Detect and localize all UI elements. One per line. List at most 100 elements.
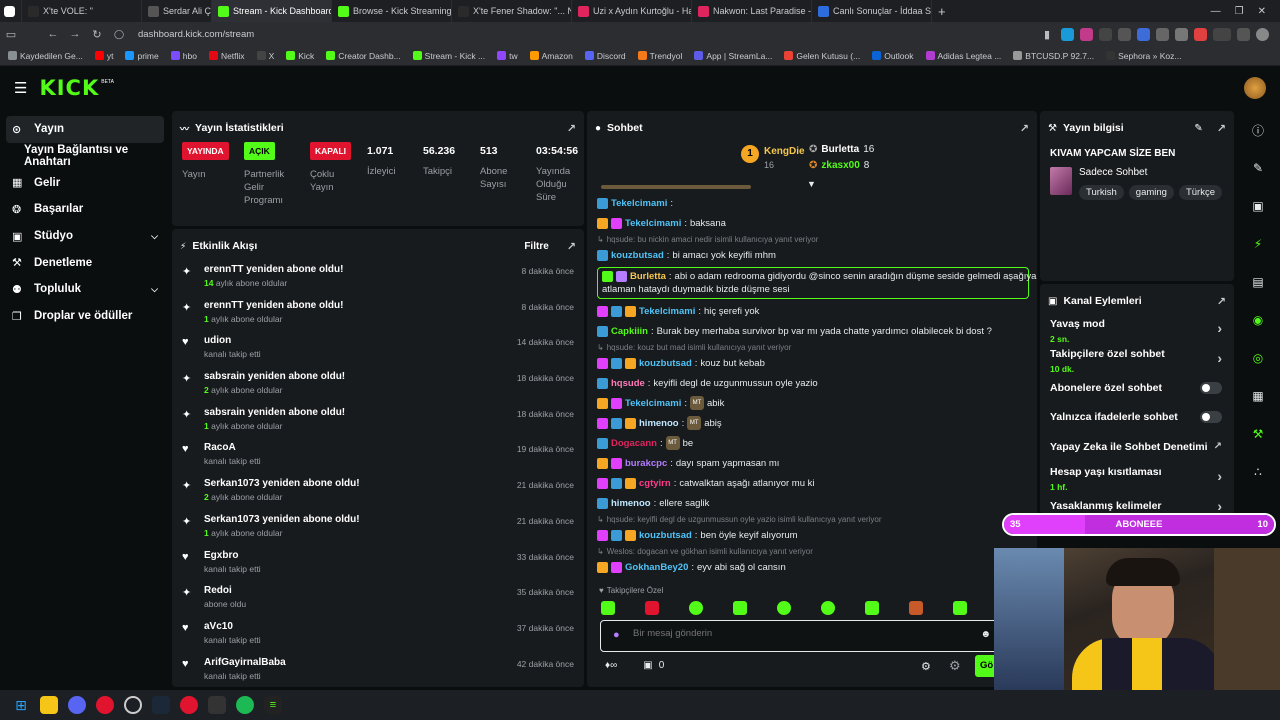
chat-username[interactable]: GokhanBey20 bbox=[625, 562, 688, 573]
extension-icon[interactable] bbox=[1237, 27, 1250, 41]
emote-icon[interactable] bbox=[733, 601, 747, 615]
sidebar-item[interactable]: ⊙ Yayın bbox=[6, 116, 164, 143]
chevron-right-icon[interactable]: › bbox=[1217, 320, 1222, 336]
chat-message-input[interactable] bbox=[633, 628, 953, 639]
printer-icon[interactable]: ▦ bbox=[1236, 377, 1280, 415]
panel-toggle-icon[interactable]: ▭ bbox=[0, 28, 22, 41]
extension-icon[interactable] bbox=[1175, 27, 1188, 41]
chat-username[interactable]: Capkiiin bbox=[611, 326, 648, 337]
sidebar-item[interactable]: ▣ Stüdyo ⌵ bbox=[0, 223, 170, 250]
mic-icon[interactable]: ● bbox=[613, 629, 620, 641]
toggle-switch[interactable] bbox=[1200, 381, 1222, 394]
chevron-down-icon[interactable]: ⌵ bbox=[151, 284, 158, 295]
chat-username[interactable]: Tekelcimami bbox=[639, 306, 695, 317]
bookmark-item[interactable]: BTCUSD.P 92.7... bbox=[1013, 51, 1094, 61]
hamburger-menu-icon[interactable]: ☰ bbox=[14, 79, 27, 97]
terminal-icon[interactable]: ≡ bbox=[264, 696, 282, 714]
bookmark-item[interactable]: Outlook bbox=[872, 51, 914, 61]
spotify-icon[interactable] bbox=[236, 696, 254, 714]
extension-icon[interactable] bbox=[1099, 27, 1112, 41]
expand-icon[interactable]: ↗ bbox=[567, 240, 576, 253]
expand-icon[interactable]: ↗ bbox=[1217, 122, 1226, 135]
sidebar-subitem[interactable]: Yayın Bağlantısı ve Anahtarı bbox=[0, 143, 170, 170]
pencil-icon[interactable]: ✎ bbox=[1236, 149, 1280, 187]
extension-icon[interactable] bbox=[1118, 27, 1131, 41]
browser-menu-button[interactable] bbox=[0, 0, 22, 22]
extension-icon[interactable] bbox=[1080, 27, 1093, 41]
chat-username[interactable]: Burletta bbox=[630, 270, 666, 283]
emote-picker-icon[interactable]: ☻ bbox=[980, 629, 991, 640]
avatar[interactable] bbox=[1244, 77, 1266, 99]
browser-tab[interactable]: Nakwon: Last Paradise - Of bbox=[692, 0, 812, 22]
expand-icon[interactable]: ↗ bbox=[1020, 122, 1029, 135]
vivaldi-icon[interactable] bbox=[96, 696, 114, 714]
chat-username[interactable]: himenoo bbox=[639, 418, 679, 429]
bookmark-item[interactable]: X bbox=[256, 51, 274, 61]
steam-icon[interactable] bbox=[152, 696, 170, 714]
browser-tab[interactable]: Canlı Sonuçlar - İddaa Son bbox=[812, 0, 932, 22]
channel-action[interactable]: Takipçilere özel sohbet 10 dk. › bbox=[1040, 344, 1234, 374]
discord-icon[interactable] bbox=[68, 696, 86, 714]
screen-icon[interactable]: ▣ bbox=[1236, 187, 1280, 225]
chat-username[interactable]: himenoo bbox=[611, 498, 651, 509]
new-tab-button[interactable]: + bbox=[932, 0, 952, 22]
chevron-down-icon[interactable]: ⌵ bbox=[151, 231, 158, 242]
filter-button[interactable]: Filtre bbox=[524, 241, 548, 252]
chat-username[interactable]: Dogacann bbox=[611, 438, 657, 449]
sidebar-item[interactable]: ▦ Gelir bbox=[0, 169, 170, 196]
vpn-icon[interactable] bbox=[1213, 27, 1231, 41]
browser-tab[interactable]: X'te VOLE: " bbox=[22, 0, 142, 22]
url-field[interactable]: dashboard.kick.com/stream bbox=[138, 29, 254, 40]
stream-tag[interactable]: Türkçe bbox=[1178, 185, 1223, 200]
chat-username[interactable]: kouzbutsad bbox=[639, 530, 692, 541]
chat-username[interactable]: Tekelcimami bbox=[625, 398, 681, 409]
chat-username[interactable]: cgtyirn bbox=[639, 478, 671, 489]
expand-icon[interactable]: ↗ bbox=[567, 122, 576, 135]
bookmark-item[interactable]: Netflix bbox=[208, 51, 245, 61]
forward-icon[interactable]: → bbox=[64, 28, 86, 40]
channel-action[interactable]: Yavaş mod 2 sn. › bbox=[1040, 314, 1234, 344]
browser-tab[interactable]: Stream - Kick Dashboard bbox=[212, 0, 332, 22]
gear-icon[interactable]: ⚙ bbox=[949, 658, 961, 674]
extension-icon[interactable] bbox=[1137, 27, 1150, 41]
emote-icon[interactable] bbox=[865, 601, 879, 615]
browser-tab[interactable]: X'te Fener Shadow: "... N bbox=[452, 0, 572, 22]
lightning-icon[interactable]: ⚡ bbox=[1236, 225, 1280, 263]
bookmark-item[interactable]: Sephora » Koz... bbox=[1106, 51, 1181, 61]
bookmark-item[interactable]: Creator Dashb... bbox=[326, 51, 401, 61]
back-icon[interactable]: ← bbox=[42, 28, 64, 40]
bookmark-item[interactable]: hbo bbox=[170, 51, 197, 61]
collapse-icon[interactable]: ▼ bbox=[807, 179, 816, 189]
site-info-icon[interactable]: ◯ bbox=[108, 29, 130, 40]
chat-username[interactable]: kouzbutsad bbox=[639, 358, 692, 369]
emote-icon[interactable] bbox=[953, 601, 967, 615]
chat-username[interactable]: hqsude bbox=[611, 378, 645, 389]
external-link-icon[interactable]: ↗ bbox=[1214, 441, 1222, 452]
gift-icon[interactable]: ▣ bbox=[643, 660, 652, 671]
category-thumbnail[interactable] bbox=[1050, 167, 1072, 195]
file-explorer-icon[interactable] bbox=[40, 696, 58, 714]
emote-icon[interactable] bbox=[689, 601, 703, 615]
sidebar-item[interactable]: ❂ Başarılar bbox=[0, 196, 170, 223]
close-icon[interactable]: ✕ bbox=[1258, 6, 1266, 17]
sidebar-item[interactable]: ❐ Droplar ve ödüller bbox=[0, 303, 170, 330]
channel-action[interactable]: Yalnızca ifadelerle sohbet bbox=[1040, 403, 1234, 433]
dots-icon[interactable]: ∴ bbox=[1236, 453, 1280, 491]
channel-action[interactable]: Abonelere özel sohbet bbox=[1040, 373, 1234, 403]
channel-action[interactable]: Yapay Zeka ile Sohbet Denetimi ↗ bbox=[1040, 432, 1234, 462]
kick-logo[interactable]: KICK bbox=[39, 76, 99, 100]
browser-tab[interactable]: Serdar Ali Ç bbox=[142, 0, 212, 22]
bookmark-item[interactable]: Discord bbox=[584, 51, 626, 61]
chat-bubble-icon[interactable]: ◉ bbox=[1236, 301, 1280, 339]
extension-icon[interactable] bbox=[1194, 27, 1207, 41]
bookmark-item[interactable]: Kick bbox=[286, 51, 314, 61]
toggle-switch[interactable] bbox=[1200, 411, 1222, 424]
stream-tag[interactable]: gaming bbox=[1128, 185, 1174, 200]
bookmark-item[interactable]: Stream - Kick ... bbox=[412, 51, 485, 61]
wrench-icon[interactable]: ⚒ bbox=[1236, 415, 1280, 453]
stream-tag[interactable]: Turkish bbox=[1079, 185, 1124, 200]
extension-icon[interactable] bbox=[1061, 27, 1074, 41]
chevron-right-icon[interactable]: › bbox=[1217, 468, 1222, 484]
emote-icon[interactable] bbox=[909, 601, 923, 615]
sidebar-item[interactable]: ⚒ Denetleme bbox=[0, 249, 170, 276]
